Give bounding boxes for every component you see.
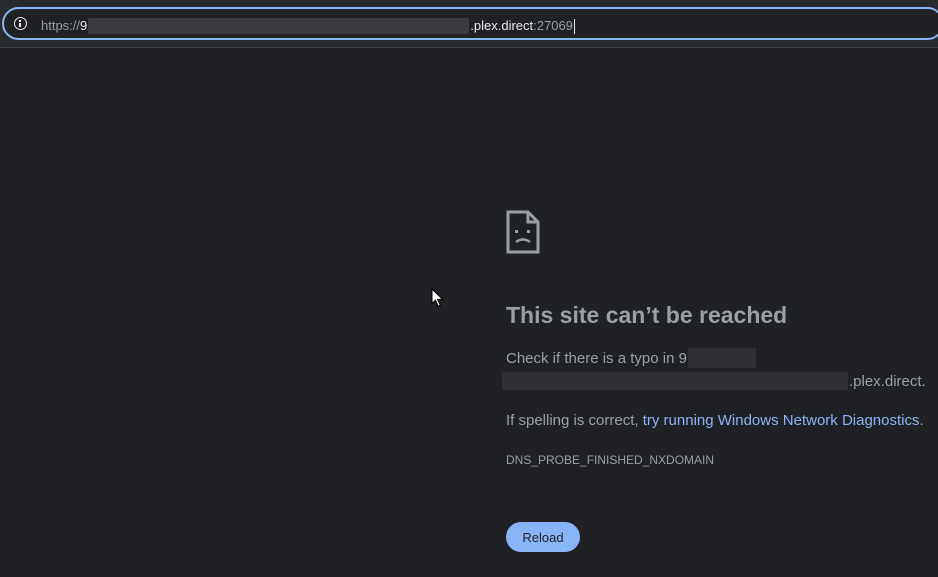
error-code: DNS_PROBE_FINISHED_NXDOMAIN	[506, 453, 715, 467]
network-diagnostics-link[interactable]: try running Windows Network Diagnostics	[643, 412, 920, 429]
spelling-message: If spelling is correct, try running Wind…	[506, 412, 924, 429]
url-domain: .plex.direct	[470, 18, 534, 33]
url-port: :27069	[533, 18, 573, 33]
url-host-start: 9	[80, 18, 88, 33]
redacted-host-part	[687, 348, 756, 368]
text-caret	[573, 18, 575, 34]
typo-message-continued: .plex.direct.	[502, 372, 926, 390]
url-scheme: https://	[41, 18, 81, 33]
redacted-hostname	[88, 18, 470, 34]
typo-message: Check if there is a typo in 9	[506, 348, 756, 368]
reload-button[interactable]: Reload	[506, 522, 580, 552]
info-icon[interactable]	[14, 17, 27, 30]
spelling-prefix: If spelling is correct,	[506, 412, 643, 429]
url-text[interactable]: https:// 9 .plex.direct :27069	[41, 17, 575, 35]
typo-domain-text: .plex.direct.	[849, 372, 926, 390]
browser-toolbar: https:// 9 .plex.direct :27069	[0, 0, 938, 48]
sad-page-icon	[506, 210, 540, 254]
error-title: This site can’t be reached	[506, 302, 788, 328]
address-bar[interactable]: https:// 9 .plex.direct :27069	[2, 7, 938, 40]
typo-message-text: Check if there is a typo in 9	[506, 349, 687, 367]
redacted-host-part-2	[502, 372, 848, 390]
mouse-cursor-icon	[431, 288, 444, 307]
spelling-suffix: .	[919, 412, 924, 429]
